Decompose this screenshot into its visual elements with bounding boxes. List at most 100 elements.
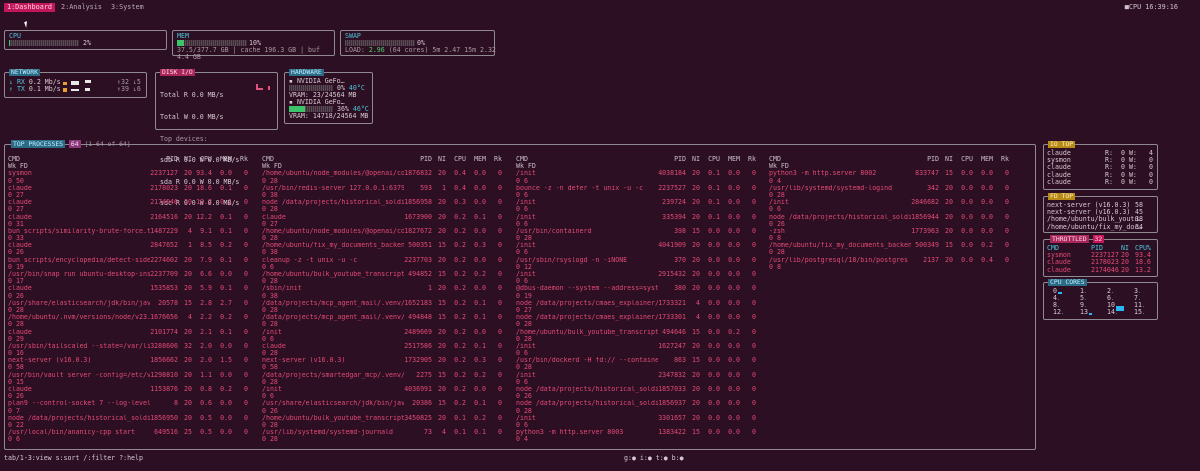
process-row[interactable]: /home/ubuntu/node_modules/@openai/codex/…	[262, 227, 510, 235]
process-row[interactable]: node /data/projects/historical_soldiers/…	[516, 385, 764, 393]
process-row[interactable]: /usr/sbin/tailscaled --state=/var/lib/ta…	[8, 342, 256, 350]
process-row[interactable]: /init 2347832 20 0.0 0.0 0	[516, 371, 764, 379]
process-row[interactable]: node /data/projects/cmaes_explainer/.nex…	[516, 299, 764, 307]
process-row[interactable]: bounce -z -n defer -t unix -u -c 2237527 2…	[516, 184, 764, 192]
process-row[interactable]: /usr/bin/dockerd -H fd:// --containerd=/…	[516, 357, 764, 364]
header-pid[interactable]: PID	[658, 155, 686, 163]
process-row[interactable]: next-server (v16.0.3) 1732905 20 0.2 0.3 0	[262, 357, 510, 364]
process-row[interactable]: /home/ubuntu/fix_my_documents_backend/.v…	[769, 242, 1017, 249]
process-row[interactable]: python3 -m http.server 8002 833747 15 0.0 0.…	[769, 170, 1017, 177]
process-row[interactable]: claude 2164516 20 12.2 0.1 0	[8, 213, 256, 221]
process-row[interactable]: /init 2489669 20 0.2 0.0 0	[262, 328, 510, 336]
tab-dashboard[interactable]: 1:Dashboard	[4, 3, 56, 12]
process-row[interactable]: /usr/share/elasticsearch/jdk/bin/java -D…	[8, 299, 256, 307]
header-cpu[interactable]: CPU	[955, 155, 973, 163]
header-cmd[interactable]: CMD	[769, 156, 911, 163]
process-row[interactable]: @dbus-daemon --system --address=systemd:…	[516, 285, 764, 292]
header-cpu[interactable]: CPU	[194, 155, 212, 163]
header-pid[interactable]: PID	[911, 155, 939, 163]
process-pid: 1487229	[150, 226, 178, 235]
process-row[interactable]: /home/ubuntu/bulk_youtube_transcript_opt…	[516, 328, 764, 336]
process-row[interactable]: bun scripts/similarity-brute-force.ts 148…	[8, 226, 256, 235]
header-pid[interactable]: PID	[150, 155, 178, 163]
header-cpu[interactable]: CPU	[448, 155, 466, 163]
process-row[interactable]: /init 4041909 20 0.0 0.0 0	[516, 242, 764, 249]
process-row[interactable]: plan9 --control-socket 7 --log-level 4 -…	[8, 400, 256, 407]
process-row[interactable]: claude 1153876 20 0.8 0.2 0	[8, 385, 256, 393]
process-row[interactable]: /init 335394 20 0.1 0.0 0	[516, 213, 764, 221]
process-row[interactable]: /home/ubuntu/fix_my_documents_backend/.v…	[262, 242, 510, 249]
process-row[interactable]: claude 2174046 20 13.2 0.1 0	[8, 198, 256, 206]
process-row[interactable]: claude 1673900 20 0.2 0.1 0	[262, 213, 510, 221]
process-sub: 0 6	[516, 248, 528, 257]
process-row[interactable]: node /data/projects/historical_soldiers/…	[769, 212, 1017, 221]
process-row[interactable]: /init 239724 20 0.1 0.0 0	[516, 198, 764, 206]
header-rk[interactable]: Rk	[488, 155, 502, 163]
io-top-row[interactable]: claude R: 0 W: 0	[1047, 178, 1155, 186]
header-mem[interactable]: MEM	[722, 155, 740, 163]
process-row[interactable]: python3 -m http.server 8003 1383422 15 0.0 0…	[516, 428, 764, 436]
process-row[interactable]: /home/ubuntu/bulk_youtube_transcript_opt…	[262, 270, 510, 278]
process-row[interactable]: /init 4038184 20 0.1 0.0 0	[516, 170, 764, 177]
header-cmd[interactable]: CMD	[262, 156, 404, 163]
process-row[interactable]: next-server (v16.0.3) 1856662 20 2.0 1.5 0	[8, 357, 256, 364]
process-row[interactable]: claude 2517586 20 0.2 0.1 0	[262, 342, 510, 350]
process-row[interactable]: claude 1535853 20 5.9 0.1 0	[8, 285, 256, 292]
process-row[interactable]: /usr/share/elasticsearch/jdk/bin/java -X…	[262, 400, 510, 407]
process-row[interactable]: /usr/lib/systemd/systemd-journald 73 4 0.1 0…	[262, 428, 510, 436]
throttled-cell: 20	[1121, 265, 1129, 274]
header-ni[interactable]: NI	[434, 155, 446, 163]
header-rk[interactable]: Rk	[234, 155, 248, 163]
process-row[interactable]: /home/ubuntu/.nvm/versions/node/v23.5.0/…	[8, 313, 256, 321]
process-row[interactable]: /usr/bin/vault server -config=/etc/vault…	[8, 371, 256, 379]
process-row[interactable]: claude 2847652 1 8.5 0.2 0	[8, 242, 256, 249]
process-row[interactable]: /usr/sbin/rsyslogd -n -iNONE 370 20 0.0 0.0 0	[516, 256, 764, 264]
process-rk: 0	[1005, 212, 1009, 221]
header-ni[interactable]: NI	[941, 155, 953, 163]
process-row[interactable]: /init 3301657 20 0.0 0.0 0	[516, 414, 764, 422]
process-row[interactable]: claude 2101774 20 2.1 0.1 0	[8, 328, 256, 336]
tab-analysis[interactable]: 2:Analysis	[58, 3, 105, 12]
process-row[interactable]: node /data/projects/cmaes_explainer/.nex…	[516, 313, 764, 321]
header-rk[interactable]: Rk	[995, 155, 1009, 163]
process-row[interactable]: /usr/lib/systemd/systemd-logind 342 20 0.0 0…	[769, 184, 1017, 192]
header-mem[interactable]: MEM	[975, 155, 993, 163]
throttled-row[interactable]: claude 2174046 20 13.2	[1047, 265, 1155, 274]
process-row[interactable]: /usr/bin/containerd 398 15 0.0 0.0 0	[516, 227, 764, 235]
process-row[interactable]: /usr/bin/snap run ubuntu-desktop-install…	[8, 270, 256, 278]
process-pid: 2237709	[150, 270, 178, 278]
process-row[interactable]: /init 2846682 20 0.0 0.0 0	[769, 198, 1017, 206]
process-row[interactable]: -zsh 1773963 20 0.0 0.0 0	[769, 227, 1017, 235]
process-row[interactable]: /usr/bin/redis-server 127.0.0.1:6379 593 1…	[262, 184, 510, 192]
process-row[interactable]: /data/projects/smartedgar_mcp/.venv/bin/…	[262, 371, 510, 379]
process-row[interactable]: sysmon 2237127 20 93.4 0.0 0	[8, 170, 256, 177]
header-cpu[interactable]: CPU	[702, 155, 720, 163]
process-row[interactable]: claude 2178023 20 18.6 0.1 0	[8, 184, 256, 192]
process-row[interactable]: bun scripts/encyclopedia/detect-sidebar-…	[8, 256, 256, 264]
process-row[interactable]: node /data/projects/historical_soldiers/…	[516, 400, 764, 407]
header-cmd[interactable]: CMD	[8, 156, 150, 163]
process-row[interactable]: node /data/projects/historical_soldiers/…	[262, 198, 510, 206]
header-ni[interactable]: NI	[688, 155, 700, 163]
process-pid: 3450825	[404, 413, 432, 422]
tab-system[interactable]: 3:System	[108, 3, 147, 12]
header-mem[interactable]: MEM	[468, 155, 486, 163]
process-row[interactable]: /init 1627247 20 0.0 0.0 0	[516, 342, 764, 350]
header-pid[interactable]: PID	[404, 155, 432, 163]
process-row[interactable]: /init 2915432 20 0.0 0.0 0	[516, 270, 764, 278]
process-row[interactable]: cleanup -z -t unix -u -c 2237703 20 0.2 0.0 0	[262, 256, 510, 264]
header-cmd[interactable]: CMD	[516, 156, 658, 163]
process-row[interactable]: node /data/projects/historical_soldiers/…	[8, 414, 256, 422]
process-row[interactable]: /usr/local/bin/ananicy-cpp start 649516 25…	[8, 428, 256, 436]
process-row[interactable]: /sbin/init 1 20 0.2 0.0 0	[262, 285, 510, 292]
process-row[interactable]: /usr/lib/postgresql/18/bin/postgres -D /…	[769, 256, 1017, 264]
process-row[interactable]: /data/projects/mcp_agent_mail/.venv/bin/…	[262, 299, 510, 307]
header-mem[interactable]: MEM	[214, 155, 232, 163]
process-row[interactable]: /data/projects/mcp_agent_mail/.venv/bin/…	[262, 313, 510, 321]
header-rk[interactable]: Rk	[742, 155, 756, 163]
fd-top-row[interactable]: /home/ubuntu/fix_my_doc… 34	[1047, 223, 1155, 231]
process-row[interactable]: /init 4036991 20 0.2 0.0 0	[262, 385, 510, 393]
process-row[interactable]: /home/ubuntu/bulk_youtube_transcript_opt…	[262, 413, 510, 422]
process-row[interactable]: /home/ubuntu/node_modules/@openai/codex/…	[262, 170, 510, 177]
header-ni[interactable]: NI	[180, 155, 192, 163]
